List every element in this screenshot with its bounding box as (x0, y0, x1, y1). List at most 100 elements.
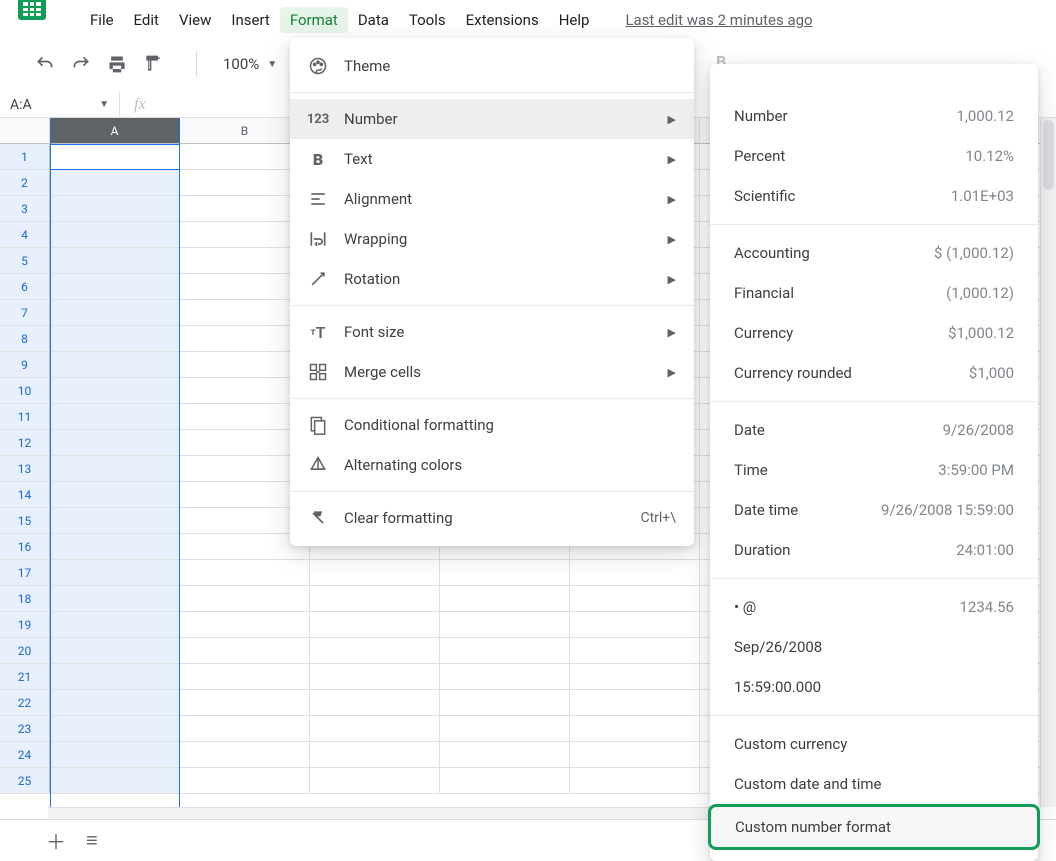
row-header[interactable]: 10 (0, 378, 50, 404)
format-menu-item-conditional-formatting[interactable]: Conditional formatting (290, 405, 694, 445)
undo-icon[interactable] (34, 53, 56, 75)
format-menu-item-alignment[interactable]: Alignment▶ (290, 179, 694, 219)
format-menu-item-alternating-colors[interactable]: Alternating colors (290, 445, 694, 485)
cell[interactable] (50, 638, 180, 664)
cell[interactable] (180, 768, 310, 794)
row-header[interactable]: 14 (0, 482, 50, 508)
cell[interactable] (570, 768, 700, 794)
cell[interactable] (440, 586, 570, 612)
redo-icon[interactable] (70, 53, 92, 75)
cell[interactable] (440, 690, 570, 716)
format-menu-item-font-size[interactable]: тTFont size▶ (290, 312, 694, 352)
menu-help[interactable]: Help (549, 7, 600, 33)
number-format-15-59-00-000[interactable]: 15:59:00.000 (710, 667, 1038, 707)
number-format-date[interactable]: Date9/26/2008 (710, 410, 1038, 450)
cell[interactable] (50, 560, 180, 586)
cell[interactable] (440, 768, 570, 794)
menu-extensions[interactable]: Extensions (456, 7, 549, 33)
sheets-logo-icon[interactable] (18, 0, 46, 20)
cell[interactable] (50, 300, 180, 326)
cell[interactable] (50, 326, 180, 352)
last-edit-link[interactable]: Last edit was 2 minutes ago (625, 11, 812, 29)
row-header[interactable]: 5 (0, 248, 50, 274)
row-header[interactable]: 21 (0, 664, 50, 690)
row-header[interactable]: 17 (0, 560, 50, 586)
cell[interactable] (310, 664, 440, 690)
print-icon[interactable] (106, 53, 128, 75)
number-format-custom-number-format[interactable]: Custom number format (708, 804, 1040, 850)
row-header[interactable]: 7 (0, 300, 50, 326)
cell[interactable] (310, 742, 440, 768)
cell[interactable] (50, 170, 180, 196)
number-format-percent[interactable]: Percent10.12% (710, 136, 1038, 176)
add-sheet-button[interactable]: ＋ (46, 826, 66, 855)
format-menu-item-rotation[interactable]: Rotation▶ (290, 259, 694, 299)
cell[interactable] (310, 638, 440, 664)
cell[interactable] (180, 690, 310, 716)
menu-format[interactable]: Format (280, 7, 348, 33)
cell[interactable] (440, 560, 570, 586)
menu-view[interactable]: View (169, 7, 221, 33)
row-header[interactable]: 1 (0, 144, 50, 170)
select-all-corner[interactable] (0, 118, 50, 144)
number-format-duration[interactable]: Duration24:01:00 (710, 530, 1038, 570)
paint-format-icon[interactable] (142, 53, 164, 75)
cell[interactable] (50, 690, 180, 716)
cell[interactable] (50, 378, 180, 404)
cell[interactable] (180, 716, 310, 742)
cell[interactable] (50, 430, 180, 456)
row-header[interactable]: 15 (0, 508, 50, 534)
cell[interactable] (50, 716, 180, 742)
cell[interactable] (50, 196, 180, 222)
cell[interactable] (50, 742, 180, 768)
format-menu-item-theme[interactable]: Theme (290, 46, 694, 86)
cell[interactable] (50, 482, 180, 508)
row-header[interactable]: 25 (0, 768, 50, 794)
number-format-currency-rounded[interactable]: Currency rounded$1,000 (710, 353, 1038, 393)
row-header[interactable]: 4 (0, 222, 50, 248)
row-header[interactable]: 24 (0, 742, 50, 768)
cell[interactable] (570, 612, 700, 638)
menu-file[interactable]: File (80, 7, 124, 33)
number-format-accounting[interactable]: Accounting$ (1,000.12) (710, 233, 1038, 273)
cell[interactable] (180, 612, 310, 638)
cell[interactable] (310, 716, 440, 742)
column-header-A[interactable]: A (50, 118, 180, 144)
cell[interactable] (180, 742, 310, 768)
cell[interactable] (50, 144, 180, 170)
cell[interactable] (440, 638, 570, 664)
row-header[interactable]: 11 (0, 404, 50, 430)
cell[interactable] (180, 560, 310, 586)
row-header[interactable]: 13 (0, 456, 50, 482)
cell[interactable] (180, 664, 310, 690)
cell[interactable] (50, 352, 180, 378)
row-header[interactable]: 8 (0, 326, 50, 352)
cell[interactable] (50, 222, 180, 248)
number-format-currency[interactable]: Currency$1,000.12 (710, 313, 1038, 353)
number-format-sep-26-2008[interactable]: Sep/26/2008 (710, 627, 1038, 667)
number-format-custom-currency[interactable]: Custom currency (710, 724, 1038, 764)
format-menu-item-merge-cells[interactable]: Merge cells▶ (290, 352, 694, 392)
menu-tools[interactable]: Tools (399, 7, 456, 33)
number-format-[interactable]: • @1234.56 (710, 587, 1038, 627)
vertical-scrollbar[interactable] (1040, 118, 1056, 807)
cell[interactable] (50, 586, 180, 612)
cell[interactable] (50, 508, 180, 534)
cell[interactable] (570, 638, 700, 664)
menu-data[interactable]: Data (348, 7, 399, 33)
cell[interactable] (310, 560, 440, 586)
format-menu-item-number[interactable]: 123Number▶ (290, 99, 694, 139)
cell[interactable] (50, 456, 180, 482)
number-format-date-time[interactable]: Date time9/26/2008 15:59:00 (710, 490, 1038, 530)
row-header[interactable]: 6 (0, 274, 50, 300)
cell[interactable] (310, 612, 440, 638)
all-sheets-button[interactable]: ≡ (86, 828, 98, 853)
cell[interactable] (180, 586, 310, 612)
cell[interactable] (50, 612, 180, 638)
row-header[interactable]: 3 (0, 196, 50, 222)
zoom-select[interactable]: 100% ▼ (215, 51, 285, 77)
number-format-time[interactable]: Time3:59:00 PM (710, 450, 1038, 490)
menu-insert[interactable]: Insert (221, 7, 279, 33)
cell[interactable] (50, 404, 180, 430)
cell[interactable] (50, 534, 180, 560)
